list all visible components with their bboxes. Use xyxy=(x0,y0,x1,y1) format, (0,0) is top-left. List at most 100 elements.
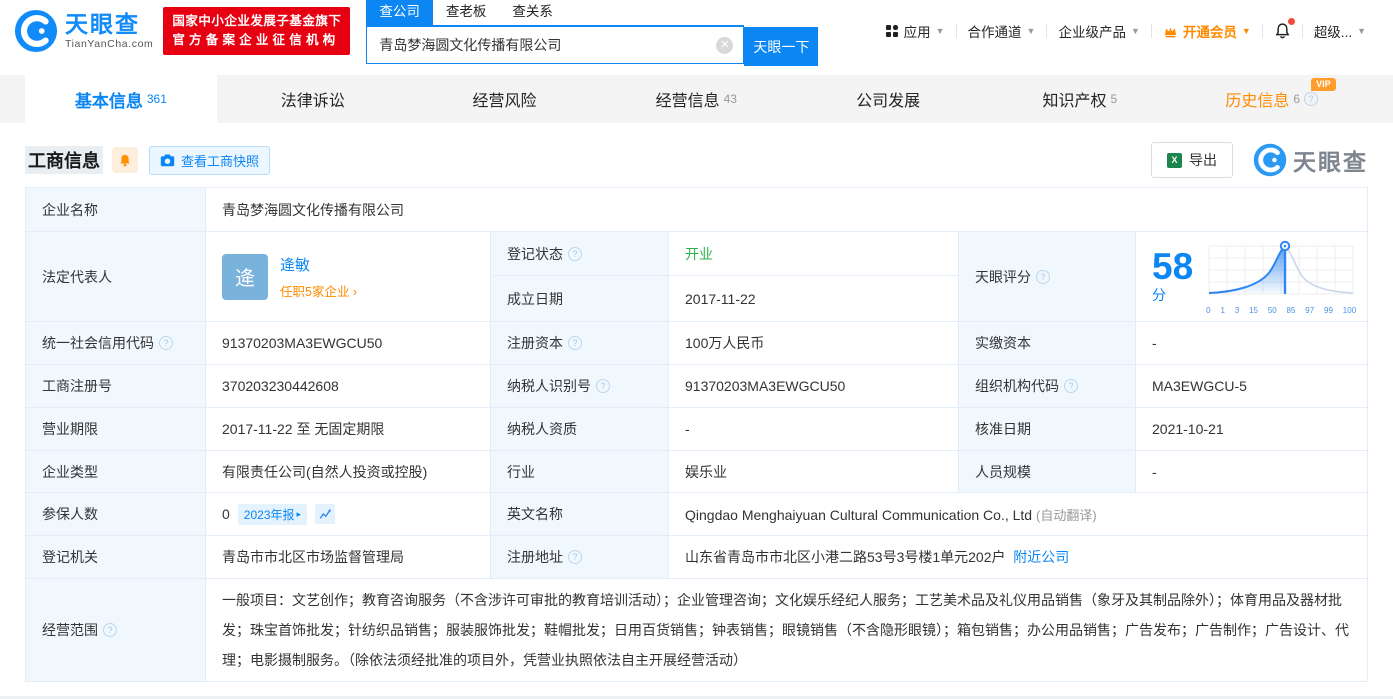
help-icon[interactable]: ? xyxy=(1064,379,1078,393)
field-label: 天眼评分? xyxy=(958,231,1136,322)
help-icon[interactable]: ? xyxy=(1036,269,1050,284)
tab-basic-info[interactable]: 基本信息 361 xyxy=(25,75,217,123)
help-icon[interactable]: ? xyxy=(568,336,582,350)
top-menu: 应用 ▼ 合作通道 ▼ 企业级产品 ▼ 开通会员 ▼ 超级... ▼ xyxy=(874,18,1377,41)
chevron-down-icon: ▼ xyxy=(1357,26,1366,36)
bell-curve-chart xyxy=(1208,240,1354,295)
bell-icon xyxy=(120,154,130,166)
field-label: 核准日期 xyxy=(958,407,1136,451)
english-name-value: Qingdao Menghaiyuan Cultural Communicati… xyxy=(685,506,1033,523)
help-icon[interactable]: ? xyxy=(568,550,582,564)
caret-right-icon: ▸ xyxy=(296,508,302,519)
field-label: 注册地址? xyxy=(490,535,669,579)
help-icon[interactable]: ? xyxy=(568,246,582,261)
help-icon[interactable]: ? xyxy=(103,623,117,637)
business-info-table: 企业名称 青岛梦海圆文化传播有限公司 法定代表人 逄 逄敏 任职5家企业 › 登… xyxy=(25,187,1368,682)
tab-legal-proceedings[interactable]: 法律诉讼 xyxy=(217,75,409,123)
authority-value: 青岛市市北区市场监督管理局 xyxy=(205,535,491,579)
view-snapshot-button[interactable]: 查看工商快照 xyxy=(149,145,271,175)
legal-rep-name-link[interactable]: 逄敏 xyxy=(280,254,357,275)
chevron-down-icon: ▼ xyxy=(1130,26,1140,36)
table-row: 企业名称 青岛梦海圆文化传播有限公司 xyxy=(25,187,1368,232)
taxpayer-quality-value: - xyxy=(668,407,959,451)
notification-bell-icon xyxy=(1275,23,1290,39)
menu-label: 企业级产品 xyxy=(1058,25,1126,40)
nearby-companies-link[interactable]: 附近公司 xyxy=(1013,549,1069,565)
search-tabs: 查公司 查老板 查关系 xyxy=(366,0,745,27)
field-label: 人员规模 xyxy=(958,450,1136,493)
legal-rep-companies-link[interactable]: 任职5家企业 › xyxy=(280,281,357,300)
avatar[interactable]: 逄 xyxy=(222,253,268,300)
badge-line1: 国家中小企业发展子基金旗下 xyxy=(172,13,342,28)
field-label: 组织机构代码? xyxy=(958,364,1136,408)
field-label: 注册资本? xyxy=(490,321,669,365)
top-header: 天眼查 TianYanCha.com 国家中小企业发展子基金旗下 官方备案企业征… xyxy=(0,0,1393,66)
clear-search-icon[interactable]: ✕ xyxy=(716,36,734,54)
field-label: 工商注册号 xyxy=(25,364,206,408)
field-label: 企业名称 xyxy=(25,187,206,232)
menu-item-open-vip[interactable]: 开通会员 ▼ xyxy=(1152,21,1262,41)
menu-item-cooperation[interactable]: 合作通道 ▼ xyxy=(957,21,1047,41)
field-label: 英文名称 xyxy=(490,492,669,536)
menu-item-notifications[interactable] xyxy=(1263,18,1302,40)
tab-history-info[interactable]: VIP 历史信息 6 ? xyxy=(1176,75,1368,123)
reg-status-value: 开业 xyxy=(668,231,959,276)
score-distribution-chart[interactable]: 01 3 15 50 85 97 99 100 xyxy=(1205,238,1357,315)
table-row: 营业期限 2017-11-22 至 无固定期限 纳税人资质 - 核准日期 202… xyxy=(25,407,1368,451)
field-label: 经营范围? xyxy=(25,578,206,682)
section-title: 工商信息 xyxy=(25,146,103,174)
company-nav-tabs: 基本信息 361 法律诉讼 经营风险 经营信息 43 公司发展 知识产权 5 V… xyxy=(0,75,1393,123)
section-header: 工商信息 查看工商快照 X 导出 天眼查 xyxy=(25,142,1368,178)
field-label: 企业类型 xyxy=(25,450,206,493)
field-label: 登记状态? xyxy=(490,231,669,276)
reg-number-value: 370203230442608 xyxy=(205,364,491,408)
company-name-value: 青岛梦海圆文化传播有限公司 xyxy=(205,187,1368,232)
address-value: 山东省青岛市市北区小港二路53号3号楼1单元202户 xyxy=(685,549,1006,565)
search-button[interactable]: 天眼一下 xyxy=(744,27,819,66)
annual-report-tag[interactable]: 2023年报 ▸ xyxy=(237,503,308,525)
subscribe-button[interactable] xyxy=(112,147,138,173)
help-icon[interactable]: ? xyxy=(159,336,173,350)
menu-item-super-vip[interactable]: 超级... ▼ xyxy=(1303,21,1377,41)
main-content: 工商信息 查看工商快照 X 导出 天眼查 企业名称 青岛梦海圆文化传播有限公司 … xyxy=(0,142,1393,682)
tab-operating-info[interactable]: 经营信息 43 xyxy=(600,75,792,123)
legal-rep-cell: 逄 逄敏 任职5家企业 › xyxy=(205,231,491,322)
camera-icon xyxy=(160,154,175,166)
field-label: 登记机关 xyxy=(25,535,206,579)
help-icon[interactable]: ? xyxy=(596,379,610,393)
logo-swirl-icon xyxy=(14,9,58,53)
search-tab-boss[interactable]: 查老板 xyxy=(433,0,500,25)
industry-value: 娱乐业 xyxy=(668,450,959,493)
crown-icon xyxy=(1164,27,1176,37)
menu-item-enterprise-products[interactable]: 企业级产品 ▼ xyxy=(1047,21,1150,41)
table-row: 工商注册号 370203230442608 纳税人识别号? 91370203MA… xyxy=(25,364,1368,408)
score-cell: 58分 0 1 3 15 50 85 97 99 100 xyxy=(1135,231,1368,322)
menu-item-apps[interactable]: 应用 ▼ xyxy=(874,21,956,41)
field-label: 营业期限 xyxy=(25,407,206,451)
field-label: 纳税人资质 xyxy=(490,407,669,451)
term-value: 2017-11-22 至 无固定期限 xyxy=(205,407,491,451)
english-name-cell: Qingdao Menghaiyuan Cultural Communicati… xyxy=(668,492,1368,536)
trend-chart-icon[interactable] xyxy=(315,504,336,524)
tianyancha-logo[interactable]: 天眼查 TianYanCha.com xyxy=(14,9,153,53)
tab-operating-risk[interactable]: 经营风险 xyxy=(409,75,601,123)
brand-domain: TianYanCha.com xyxy=(65,37,154,50)
reg-capital-value: 100万人民币 xyxy=(668,321,959,365)
search-tab-company[interactable]: 查公司 xyxy=(366,0,433,25)
taxpayer-id-value: 91370203MA3EWGCU50 xyxy=(668,364,959,408)
table-row: 经营范围? 一般项目：文艺创作；教育咨询服务（不含涉许可审批的教育培训活动）；企… xyxy=(25,578,1368,682)
apps-grid-icon xyxy=(885,24,898,37)
search-input[interactable] xyxy=(367,27,744,63)
score-unit: 分 xyxy=(1152,287,1166,303)
insured-cell: 0 2023年报 ▸ xyxy=(205,492,491,536)
search-tab-relation[interactable]: 查关系 xyxy=(499,0,566,25)
help-icon[interactable]: ? xyxy=(1304,92,1319,106)
tab-company-development[interactable]: 公司发展 xyxy=(792,75,984,123)
watermark-logo: 天眼查 xyxy=(1253,143,1368,177)
tab-intellectual-property[interactable]: 知识产权 5 xyxy=(984,75,1176,123)
export-button[interactable]: X 导出 xyxy=(1151,142,1233,178)
staff-size-value: - xyxy=(1135,450,1368,493)
insured-count: 0 xyxy=(222,506,230,522)
score-value: 58 xyxy=(1152,246,1194,287)
field-label: 纳税人识别号? xyxy=(490,364,669,408)
